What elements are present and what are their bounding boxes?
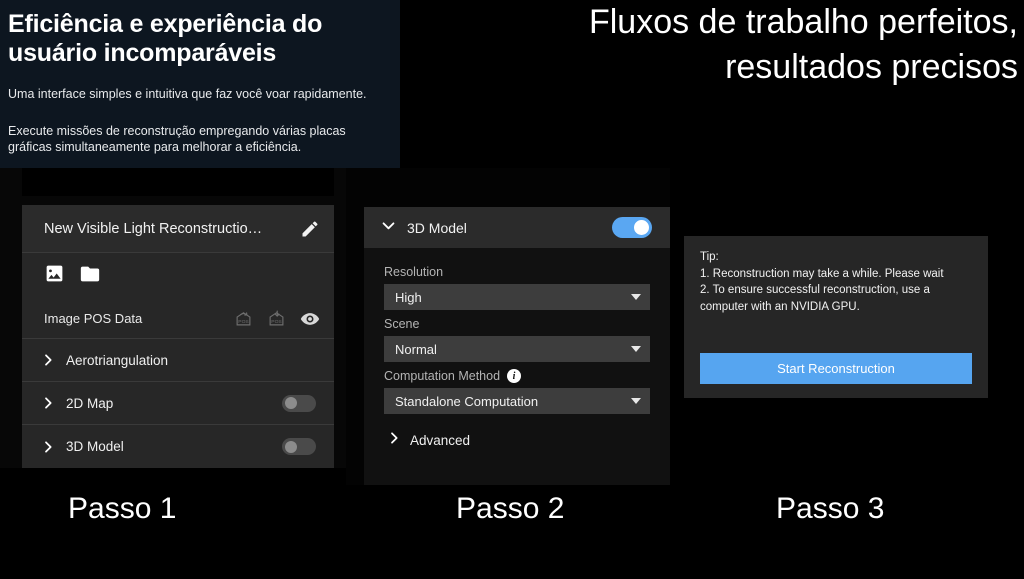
image-icon[interactable] — [44, 263, 65, 289]
computation-method-label: Computation Method — [384, 369, 501, 383]
step1-backdrop-upper — [22, 168, 334, 196]
row-2d-map[interactable]: 2D Map — [22, 382, 334, 425]
hero-paragraph-2: Execute missões de reconstrução empregan… — [8, 124, 346, 154]
toggle-3d-model[interactable] — [282, 438, 316, 455]
page-headline: Fluxos de trabalho perfeitos, resultados… — [588, 3, 1018, 86]
scene-label: Scene — [384, 317, 420, 331]
scene-select[interactable]: Normal — [384, 336, 650, 362]
project-title: New Visible Light Reconstructio… — [44, 220, 263, 237]
row-3d-model[interactable]: 3D Model — [22, 425, 334, 468]
row-label: 3D Model — [66, 439, 124, 454]
row-label: Aerotriangulation — [66, 352, 169, 368]
caption-step-1: Passo 1 — [68, 492, 177, 525]
hero-panel: Eficiência e experiência do usuário inco… — [0, 0, 400, 168]
svg-text:POS: POS — [271, 319, 282, 325]
caption-step-2: Passo 2 — [456, 492, 565, 525]
toggle-knob — [285, 397, 297, 409]
advanced-label: Advanced — [410, 433, 471, 448]
info-icon[interactable]: i — [507, 369, 522, 383]
chevron-right-icon — [40, 352, 62, 368]
step2-panel: 3D Model Resolution High Scene Normal Co… — [364, 207, 670, 485]
export-pos-icon[interactable]: POS — [234, 310, 253, 327]
row-aerotriangulation[interactable]: Aerotriangulation — [22, 339, 334, 382]
svg-text:POS: POS — [238, 319, 249, 325]
toggle-3d-model-enabled[interactable] — [612, 217, 652, 238]
hero-paragraph-1: Uma interface simples e intuitiva que fa… — [8, 86, 367, 101]
caption-step-3: Passo 3 — [776, 492, 885, 525]
computation-method-label-wrap: Computation Method i — [384, 369, 650, 383]
resolution-label: Resolution — [384, 265, 444, 279]
toggle-knob — [634, 220, 649, 235]
step2-form: Resolution High Scene Normal Computation… — [364, 248, 670, 451]
step2-header-label: 3D Model — [407, 219, 467, 236]
import-pos-icon[interactable]: POS — [267, 310, 286, 327]
tip-line: 1. Reconstruction may take a while. Plea… — [700, 267, 944, 280]
chevron-down-icon — [631, 346, 641, 352]
toggle-2d-map[interactable] — [282, 394, 316, 412]
step3-panel: Tip: 1. Reconstruction may take a while.… — [684, 236, 988, 398]
computation-method-select[interactable]: Standalone Computation — [384, 388, 650, 414]
chevron-down-icon — [631, 294, 641, 300]
eye-icon[interactable] — [300, 309, 320, 329]
advanced-section-toggle[interactable]: Advanced — [384, 430, 650, 451]
tip-line: computer with an NVIDIA GPU. — [700, 301, 860, 314]
chevron-down-icon — [631, 398, 641, 404]
chevron-right-icon — [40, 439, 62, 455]
step2-header[interactable]: 3D Model — [364, 207, 670, 248]
chevron-right-icon — [40, 395, 62, 411]
media-toolbar — [22, 253, 334, 299]
computation-method-value: Standalone Computation — [395, 393, 539, 409]
scene-value: Normal — [395, 341, 437, 357]
start-reconstruction-button[interactable]: Start Reconstruction — [700, 353, 972, 384]
resolution-value: High — [395, 289, 422, 305]
chevron-down-icon[interactable] — [380, 217, 397, 239]
folder-icon[interactable] — [79, 263, 101, 290]
image-pos-data-label: Image POS Data — [44, 311, 143, 326]
resolution-select[interactable]: High — [384, 284, 650, 310]
pencil-icon[interactable] — [300, 219, 320, 239]
toggle-knob — [285, 440, 297, 453]
tip-line: 2. To ensure successful reconstruction, … — [700, 284, 930, 297]
hero-title: Eficiência e experiência do usuário inco… — [8, 10, 323, 68]
tip-line: Tip: — [700, 251, 719, 263]
step1-panel: New Visible Light Reconstructio… Image P… — [22, 205, 334, 468]
chevron-right-icon — [386, 430, 402, 451]
image-pos-data-row[interactable]: Image POS Data POS POS — [22, 299, 334, 339]
tip-box: Tip: 1. Reconstruction may take a while.… — [684, 236, 988, 316]
row-label: 2D Map — [66, 395, 114, 411]
project-title-bar: New Visible Light Reconstructio… — [22, 205, 334, 253]
